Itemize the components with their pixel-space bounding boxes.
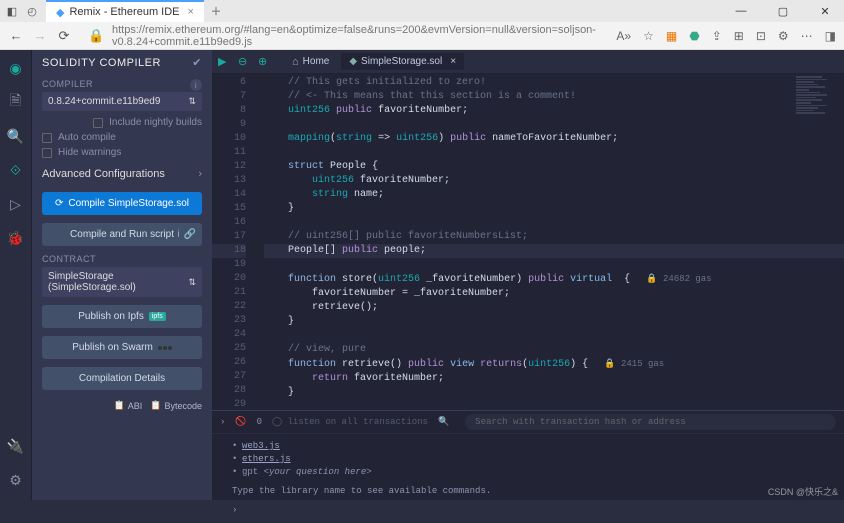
read-aloud-icon[interactable]: A» bbox=[616, 29, 631, 43]
compiler-version-select[interactable]: 0.8.24+commit.e11b9ed9 ⇅ bbox=[42, 92, 202, 111]
nightly-checkbox[interactable]: Include nightly builds bbox=[32, 115, 212, 130]
terminal-search-input[interactable]: Search with transaction hash or address bbox=[465, 414, 836, 430]
close-icon[interactable]: × bbox=[450, 56, 456, 67]
verified-icon: ✔ bbox=[192, 56, 202, 69]
lib-link: web3.js bbox=[242, 440, 280, 453]
panel-title: SOLIDITY COMPILER ✔ bbox=[32, 50, 212, 75]
refresh-icon: ⟳ bbox=[55, 198, 63, 209]
tab-title: Remix - Ethereum IDE bbox=[69, 6, 179, 18]
browser-tab[interactable]: ◆ Remix - Ethereum IDE × bbox=[46, 0, 204, 22]
settings-icon[interactable]: ⚙ bbox=[4, 468, 28, 492]
minimap[interactable] bbox=[796, 76, 840, 176]
plugin-icon[interactable]: 🔌 bbox=[4, 434, 28, 458]
file-tab[interactable]: ◆ SimpleStorage.sol × bbox=[341, 53, 464, 70]
browser-titlebar: ◧ ◴ ◆ Remix - Ethereum IDE × ＋ — ▢ ✕ bbox=[0, 0, 844, 22]
compile-button[interactable]: ⟳ Compile SimpleStorage.sol bbox=[42, 192, 202, 215]
home-icon: ⌂ bbox=[292, 56, 299, 68]
terminal-hint: Type the library name to see available c… bbox=[232, 485, 824, 498]
hide-warnings-checkbox[interactable]: Hide warnings bbox=[32, 145, 212, 160]
more-icon[interactable]: ⋯ bbox=[801, 29, 813, 43]
logo-icon[interactable]: ◉ bbox=[4, 56, 28, 80]
workspace-icon[interactable]: ◧ bbox=[4, 3, 20, 19]
compiler-icon[interactable]: ⟐ bbox=[4, 158, 28, 182]
forward-button[interactable]: → bbox=[32, 28, 48, 43]
info-icon[interactable]: i bbox=[177, 229, 179, 240]
performance-icon[interactable]: ⚙ bbox=[778, 29, 789, 43]
history-icon[interactable]: ◴ bbox=[24, 3, 40, 19]
close-icon[interactable]: × bbox=[188, 6, 194, 18]
compilation-details-button[interactable]: Compilation Details bbox=[42, 367, 202, 390]
terminal-output[interactable]: •web3.js •ethers.js •gpt <your question … bbox=[212, 434, 844, 523]
clear-icon[interactable]: 🚫 bbox=[235, 417, 246, 427]
back-button[interactable]: ← bbox=[8, 28, 24, 43]
compile-run-button[interactable]: Compile and Run script i🔗 bbox=[42, 223, 202, 246]
lock-icon: 🔒 bbox=[88, 28, 104, 44]
debugger-icon[interactable]: 🐞 bbox=[4, 226, 28, 250]
advanced-config-section[interactable]: Advanced Configurations › bbox=[32, 160, 212, 188]
icon-sidebar: ◉ 🗎 🔍 ⟐ ▷ 🐞 🔌 ⚙ bbox=[0, 50, 32, 500]
refresh-button[interactable]: ⟳ bbox=[56, 28, 72, 44]
code-content[interactable]: // This gets initialized to zero! // <- … bbox=[256, 74, 844, 410]
ipfs-badge-icon: ipfs bbox=[149, 312, 166, 321]
share-icon[interactable]: ⇪ bbox=[712, 29, 722, 43]
sidebar-icon[interactable]: ◨ bbox=[825, 29, 836, 43]
line-gutter: 6789101112131415161718192021222324252627… bbox=[212, 74, 256, 410]
run-icon[interactable]: ▶ bbox=[218, 55, 232, 68]
zoom-out-icon[interactable]: ⊖ bbox=[238, 55, 252, 68]
home-tab[interactable]: ⌂ Home bbox=[284, 53, 337, 71]
listen-toggle[interactable]: ◯ listen on all transactions bbox=[272, 417, 428, 427]
maximize-button[interactable]: ▢ bbox=[768, 5, 798, 18]
compiler-label: COMPILER i bbox=[42, 79, 202, 89]
info-icon[interactable]: i bbox=[190, 79, 202, 91]
watermark: CSDN @快乐之& bbox=[768, 485, 838, 498]
editor-toolbar: ▶ ⊖ ⊕ ⌂ Home ◆ SimpleStorage.sol × bbox=[212, 50, 844, 74]
publish-ipfs-button[interactable]: Publish on Ipfs ipfs bbox=[42, 305, 202, 328]
term-search-icon[interactable]: 🔍 bbox=[438, 417, 449, 427]
swarm-badge-icon bbox=[158, 346, 172, 350]
contract-label: CONTRACT bbox=[42, 254, 202, 264]
publish-swarm-button[interactable]: Publish on Swarm bbox=[42, 336, 202, 359]
abi-link[interactable]: 📋 ABI bbox=[114, 400, 143, 411]
collections-icon[interactable]: ⊞ bbox=[734, 29, 744, 43]
url-bar: ← → ⟳ 🔒 https://remix.ethereum.org/#lang… bbox=[0, 22, 844, 50]
link-icon[interactable]: 🔗 bbox=[184, 229, 196, 240]
ext2-icon[interactable]: ⬣ bbox=[689, 29, 699, 43]
terminal-panel: › 🚫 0 ◯ listen on all transactions 🔍 Sea… bbox=[212, 410, 844, 500]
ext1-icon[interactable]: ▦ bbox=[666, 29, 677, 43]
file-explorer-icon[interactable]: 🗎 bbox=[4, 90, 28, 114]
contract-select[interactable]: SimpleStorage (SimpleStorage.sol) ⇅ bbox=[42, 267, 202, 297]
bytecode-link[interactable]: 📋 Bytecode bbox=[150, 400, 202, 411]
terminal-toggle-icon[interactable]: › bbox=[220, 417, 225, 427]
compiler-panel: SOLIDITY COMPILER ✔ COMPILER i 0.8.24+co… bbox=[32, 50, 212, 500]
search-icon[interactable]: 🔍 bbox=[4, 124, 28, 148]
chevron-down-icon: ⇅ bbox=[188, 96, 196, 107]
chevron-right-icon: › bbox=[198, 168, 202, 180]
tab-favicon: ◆ bbox=[56, 6, 64, 19]
minimize-button[interactable]: — bbox=[726, 5, 756, 18]
deploy-icon[interactable]: ▷ bbox=[4, 192, 28, 216]
auto-compile-checkbox[interactable]: Auto compile bbox=[32, 130, 212, 145]
extensions-icon[interactable]: ⊡ bbox=[756, 29, 766, 43]
new-tab-button[interactable]: ＋ bbox=[208, 3, 224, 19]
code-editor[interactable]: 6789101112131415161718192021222324252627… bbox=[212, 74, 844, 410]
transaction-count: 0 bbox=[257, 417, 262, 427]
solidity-file-icon: ◆ bbox=[349, 56, 357, 67]
url-text[interactable]: https://remix.ethereum.org/#lang=en&opti… bbox=[112, 24, 608, 48]
zoom-in-icon[interactable]: ⊕ bbox=[258, 55, 272, 68]
favorite-icon[interactable]: ☆ bbox=[643, 29, 654, 43]
close-window-button[interactable]: ✕ bbox=[810, 5, 840, 18]
chevron-down-icon: ⇅ bbox=[188, 277, 196, 288]
lib-link: ethers.js bbox=[242, 453, 291, 466]
editor-area: ▶ ⊖ ⊕ ⌂ Home ◆ SimpleStorage.sol × 67891… bbox=[212, 50, 844, 500]
